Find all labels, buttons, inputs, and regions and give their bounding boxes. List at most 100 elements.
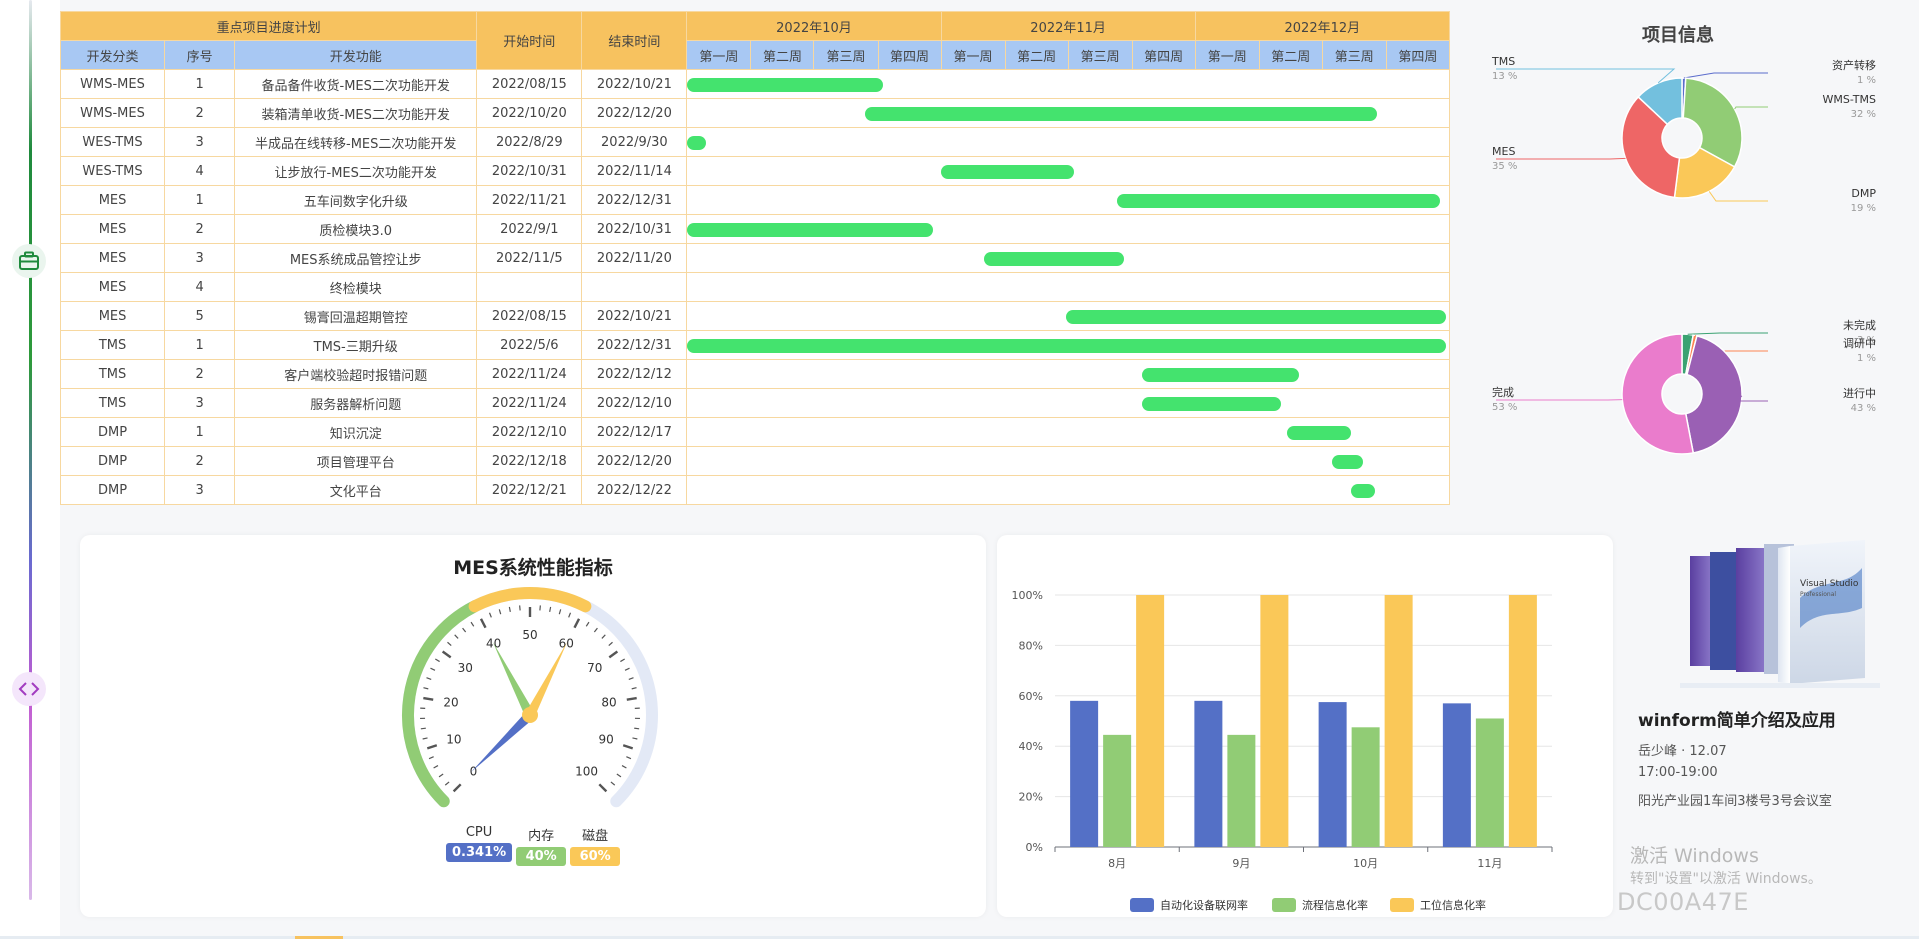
- gantt-bar[interactable]: [1331, 455, 1363, 469]
- gantt-cell-start: 2022/12/18: [476, 446, 583, 476]
- bar-ytick-label: 100%: [1012, 589, 1043, 602]
- week-header: 第三周: [1321, 40, 1387, 70]
- gantt-cell-cat: DMP: [59, 475, 166, 505]
- start-time-header: 开始时间: [476, 11, 583, 70]
- gantt-cell-feature: 备品备件收货-MES二次功能开发: [234, 69, 478, 99]
- gantt-bar[interactable]: [1142, 397, 1281, 411]
- gantt-cell-start: 2022/11/21: [476, 185, 583, 215]
- gantt-row[interactable]: MES 4 终检模块: [59, 272, 1450, 302]
- gauge-disk-arc: [468, 587, 592, 613]
- gantt-row[interactable]: WMS-MES 2 装箱清单收货-MES二次功能开发 2022/10/20 2022/1…: [59, 98, 1450, 128]
- gantt-cell-start: 2022/10/20: [476, 98, 583, 128]
- gantt-bar[interactable]: [1350, 484, 1376, 498]
- bar-ytick-label: 20%: [1019, 791, 1043, 804]
- gauge-tick: [426, 744, 438, 750]
- gantt-row[interactable]: DMP 1 知识沉淀 2022/12/10 2022/12/17: [59, 417, 1450, 447]
- pie-label: 完成: [1492, 385, 1514, 399]
- gantt-cell-seq: 3: [164, 243, 236, 273]
- gauge-metric-name: 内存: [528, 829, 555, 844]
- gauge-tick: [573, 618, 581, 629]
- gantt-cell-cat: TMS: [59, 330, 166, 360]
- gantt-cell-seq: 3: [164, 475, 236, 505]
- gantt-cell-seq: 3: [164, 388, 236, 418]
- gantt-cell-feature: TMS-三期升级: [234, 330, 478, 360]
- gantt-timeline-cell: [686, 359, 1450, 389]
- gantt-bar[interactable]: [687, 223, 934, 237]
- activate-windows-hint: 转到"设置"以激活 Windows。: [1630, 871, 1822, 887]
- gauge-tick: [435, 658, 440, 663]
- gantt-timeline-cell: [686, 475, 1450, 505]
- gantt-bar[interactable]: [687, 339, 1446, 353]
- event-card[interactable]: Visual Studio Professional winform简单介绍及应…: [1620, 530, 1880, 830]
- gantt-bar[interactable]: [864, 107, 1378, 121]
- code-icon[interactable]: [12, 672, 46, 706]
- event-host-date: 岳少峰 · 12.07: [1638, 744, 1727, 759]
- gauge-tick: [428, 756, 434, 760]
- week-header: 第一周: [940, 40, 1006, 70]
- gantt-row[interactable]: TMS 2 客户端校验超时报错问题 2022/11/24 2022/12/12: [59, 359, 1450, 389]
- gantt-bar[interactable]: [687, 136, 707, 150]
- gauge-tick-label: 100: [575, 765, 598, 779]
- gantt-row[interactable]: TMS 1 TMS-三期升级 2022/5/6 2022/12/31: [59, 330, 1450, 360]
- gauge-tick: [626, 696, 637, 701]
- gantt-timeline-cell: [686, 214, 1450, 244]
- gauge-tick: [444, 781, 450, 786]
- gantt-bar[interactable]: [1065, 310, 1446, 324]
- gantt-bar[interactable]: [1142, 368, 1299, 382]
- gantt-row[interactable]: MES 1 五车间数字化升级 2022/11/21 2022/12/31: [59, 185, 1450, 215]
- gantt-row[interactable]: DMP 3 文化平台 2022/12/21 2022/12/22: [59, 475, 1450, 505]
- informatization-bar-card: 0% 20% 40% 60% 80% 100% 8月 9月 10月 11月 自动化设备联网率 流程信息…: [997, 535, 1613, 917]
- gantt-cell-end: [581, 272, 688, 302]
- gauge-tick-label: 50: [522, 628, 537, 642]
- gantt-cell-seq: 1: [164, 69, 236, 99]
- gantt-row[interactable]: MES 2 质检模块3.0 2022/9/1 2022/10/31: [59, 214, 1450, 244]
- gantt-row[interactable]: MES 5 锡膏回温超期管控 2022/08/15 2022/10/21: [59, 301, 1450, 331]
- gantt-row[interactable]: TMS 3 服务器解析问题 2022/11/24 2022/12/10: [59, 388, 1450, 418]
- pie-label: 调研中: [1843, 337, 1876, 350]
- gauge-tick: [634, 727, 640, 730]
- gauge-tick-label: 90: [598, 733, 613, 747]
- week-header: 第一周: [1194, 40, 1260, 70]
- gantt-row[interactable]: WES-TMS 3 半成品在线转移-MES二次功能开发 2022/8/29 2022/9…: [59, 127, 1450, 157]
- gantt-cell-start: 2022/10/31: [476, 156, 583, 186]
- gauge-needle-1: [492, 641, 535, 718]
- bar-ytick-label: 40%: [1019, 740, 1043, 753]
- pie-percent: 1 %: [1857, 353, 1876, 364]
- gauge-tick: [423, 696, 434, 701]
- gantt-cell-end: 2022/12/17: [581, 417, 688, 447]
- gauge-tick: [624, 667, 630, 671]
- event-title[interactable]: winform简单介绍及应用: [1638, 706, 1836, 731]
- briefcase-icon[interactable]: [12, 244, 46, 278]
- gantt-bar[interactable]: [1286, 426, 1351, 440]
- gantt-cell-start: 2022/5/6: [476, 330, 583, 360]
- pie-slice: [1684, 334, 1743, 454]
- gantt-row[interactable]: DMP 2 项目管理平台 2022/12/18 2022/12/20: [59, 446, 1450, 476]
- gantt-cell-feature: 客户端校验超时报错问题: [234, 359, 478, 389]
- gantt-row[interactable]: WMS-MES 1 备品备件收货-MES二次功能开发 2022/08/15 2022/1…: [59, 69, 1450, 99]
- gantt-timeline-cell: [686, 272, 1450, 302]
- gantt-cell-start: 2022/9/1: [476, 214, 583, 244]
- gantt-bar[interactable]: [1116, 194, 1440, 208]
- pie-percent: 53 %: [1492, 402, 1517, 413]
- gantt-bar[interactable]: [941, 165, 1074, 179]
- gantt-cell-start: 2022/11/24: [476, 359, 583, 389]
- gauge-metric-labels: CPU 0.341% 内存 40% 磁盘 60%: [446, 825, 621, 866]
- gantt-row[interactable]: MES 3 MES系统成品管控让步 2022/11/5 2022/11/20: [59, 243, 1450, 273]
- gantt-row[interactable]: WES-TMS 4 让步放行-MES二次功能开发 2022/10/31 2022/11/…: [59, 156, 1450, 186]
- gantt-cell-seq: 2: [164, 98, 236, 128]
- gantt-cell-seq: 4: [164, 156, 236, 186]
- gantt-timeline-cell: [686, 301, 1450, 331]
- seq-header: 序号: [164, 40, 236, 70]
- gauge-metric: CPU 0.341%: [446, 825, 513, 866]
- gantt-cell-cat: WES-TMS: [59, 127, 166, 157]
- gantt-cell-cat: MES: [59, 243, 166, 273]
- gantt-bar[interactable]: [687, 78, 884, 92]
- gantt-table: 重点项目进度计划 开始时间 结束时间 2022年10月 2022年11月 202…: [59, 11, 1451, 505]
- gantt-cell-cat: DMP: [59, 417, 166, 447]
- gauge-tick: [452, 783, 462, 793]
- week-header: 第二周: [1258, 40, 1323, 70]
- gauge-tick-label: 80: [601, 695, 616, 709]
- gauge-metric: 磁盘 60%: [570, 825, 621, 866]
- pie-percent: 1 %: [1857, 75, 1876, 86]
- gantt-bar[interactable]: [983, 252, 1124, 266]
